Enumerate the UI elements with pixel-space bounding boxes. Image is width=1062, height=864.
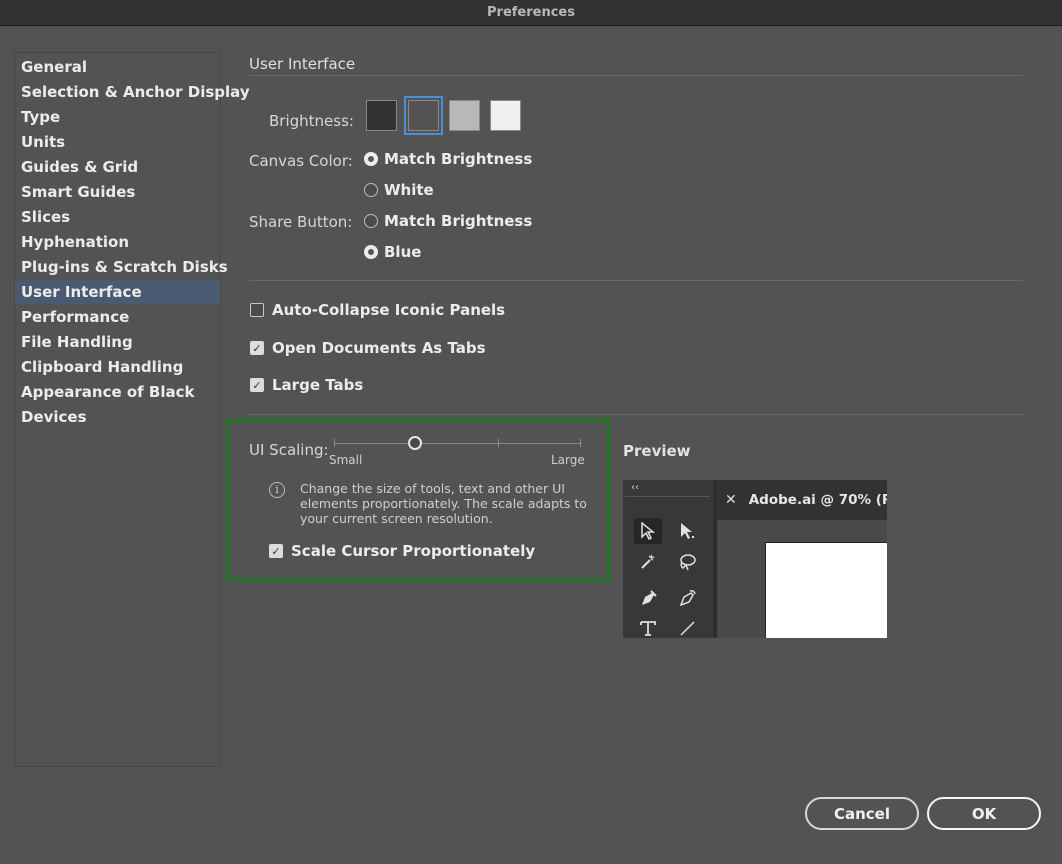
- radio-button-selected[interactable]: [364, 152, 378, 166]
- close-icon: ✕: [725, 492, 737, 508]
- preview-artboard: [765, 542, 887, 638]
- info-icon: i: [269, 482, 285, 498]
- checkbox-label: Open Documents As Tabs: [272, 339, 486, 357]
- window-title: Preferences: [487, 5, 575, 20]
- preview-tools-panel: ‹‹: [623, 480, 712, 638]
- section-divider: [249, 414, 1023, 415]
- brightness-label: Brightness:: [269, 112, 354, 130]
- window-titlebar: Preferences: [0, 0, 1062, 26]
- magic-wand-tool-icon: [634, 549, 662, 575]
- pen-tool-icon: [634, 585, 662, 611]
- sidebar-item-smart-guides[interactable]: Smart Guides: [15, 180, 220, 204]
- radio-button[interactable]: [364, 214, 378, 228]
- share-button-option-label: Blue: [384, 243, 422, 261]
- sidebar-item-devices[interactable]: Devices: [15, 405, 220, 429]
- large-tabs-checkbox-row[interactable]: ✓ Large Tabs: [250, 376, 363, 394]
- canvas-color-option-label: Match Brightness: [384, 150, 533, 168]
- sidebar-item-performance[interactable]: Performance: [15, 305, 220, 329]
- checkbox-label: Scale Cursor Proportionately: [291, 542, 536, 560]
- sidebar-item-general[interactable]: General: [15, 55, 220, 79]
- preferences-sidebar: General Selection & Anchor Display Type …: [14, 52, 250, 767]
- checkbox-label: Auto-Collapse Iconic Panels: [272, 301, 506, 319]
- share-button-label: Share Button:: [249, 213, 353, 231]
- ui-scaling-info-text: Change the size of tools, text and other…: [300, 481, 587, 526]
- sidebar-item-type[interactable]: Type: [15, 105, 220, 129]
- preview-label: Preview: [623, 442, 691, 460]
- cancel-button[interactable]: Cancel: [805, 797, 919, 830]
- canvas-color-white-option[interactable]: White: [364, 181, 434, 199]
- checkbox-label: Large Tabs: [272, 376, 364, 394]
- preview-tools-divider: [625, 496, 710, 497]
- brightness-swatch-medium-dark[interactable]: [404, 96, 443, 135]
- share-button-match-brightness-option[interactable]: Match Brightness: [364, 212, 532, 230]
- radio-button[interactable]: [364, 183, 378, 197]
- selection-tool-icon: [634, 518, 662, 544]
- radio-button-selected[interactable]: [364, 245, 378, 259]
- canvas-color-option-label: White: [384, 181, 434, 199]
- section-title: User Interface: [249, 55, 356, 73]
- brightness-swatch-dark[interactable]: [366, 100, 397, 131]
- line-segment-tool-icon: [673, 615, 701, 638]
- lasso-tool-icon: [673, 549, 701, 575]
- checkbox-checked[interactable]: ✓: [269, 544, 283, 558]
- scale-cursor-proportionately-checkbox-row[interactable]: ✓ Scale Cursor Proportionately: [269, 542, 535, 560]
- preview-collapse-icon: ‹‹: [631, 482, 639, 493]
- slider-tick: [580, 439, 581, 447]
- preview-canvas: [717, 520, 887, 638]
- sidebar-item-guides-grid[interactable]: Guides & Grid: [15, 155, 220, 179]
- sidebar-item-slices[interactable]: Slices: [15, 205, 220, 229]
- section-divider: [249, 75, 1023, 76]
- brightness-swatch-light[interactable]: [490, 100, 521, 131]
- open-documents-as-tabs-checkbox-row[interactable]: ✓ Open Documents As Tabs: [250, 339, 486, 357]
- slider-tick: [334, 439, 335, 447]
- direct-selection-tool-icon: [673, 518, 701, 544]
- slider-max-label: Large: [551, 453, 585, 467]
- sidebar-item-hyphenation[interactable]: Hyphenation: [15, 230, 220, 254]
- ui-scaling-preview: ‹‹ ✕ Adobe.ai @ 70% (RGB/: [623, 480, 887, 638]
- checkbox-checked[interactable]: ✓: [250, 341, 264, 355]
- brightness-swatch-medium-light[interactable]: [449, 100, 480, 131]
- canvas-color-match-brightness-option[interactable]: Match Brightness: [364, 150, 532, 168]
- ui-scaling-label: UI Scaling:: [249, 441, 329, 459]
- preview-document-tab: ✕ Adobe.ai @ 70% (RGB/: [717, 480, 887, 520]
- share-button-option-label: Match Brightness: [384, 212, 533, 230]
- section-divider: [249, 280, 1023, 281]
- slider-tick: [498, 439, 499, 447]
- slider-min-label: Small: [329, 453, 363, 467]
- preview-document-tab-title: Adobe.ai @ 70% (RGB/: [748, 492, 887, 508]
- ui-scaling-slider-track[interactable]: [334, 443, 582, 444]
- checkbox[interactable]: [250, 303, 264, 317]
- checkbox-checked[interactable]: ✓: [250, 378, 264, 392]
- share-button-blue-option[interactable]: Blue: [364, 243, 421, 261]
- sidebar-item-plugins-scratch-disks[interactable]: Plug-ins & Scratch Disks: [15, 255, 228, 279]
- auto-collapse-iconic-panels-checkbox-row[interactable]: Auto-Collapse Iconic Panels: [250, 301, 505, 319]
- sidebar-item-selection-anchor-display[interactable]: Selection & Anchor Display: [15, 80, 250, 104]
- sidebar-item-appearance-of-black[interactable]: Appearance of Black: [15, 380, 220, 404]
- sidebar-item-user-interface[interactable]: User Interface: [15, 280, 220, 304]
- sidebar-item-units[interactable]: Units: [15, 130, 220, 154]
- canvas-color-label: Canvas Color:: [249, 152, 353, 170]
- sidebar-item-file-handling[interactable]: File Handling: [15, 330, 220, 354]
- type-tool-icon: [634, 615, 662, 638]
- sidebar-item-clipboard-handling[interactable]: Clipboard Handling: [15, 355, 220, 379]
- ok-button[interactable]: OK: [927, 797, 1041, 830]
- curvature-tool-icon: [673, 585, 701, 611]
